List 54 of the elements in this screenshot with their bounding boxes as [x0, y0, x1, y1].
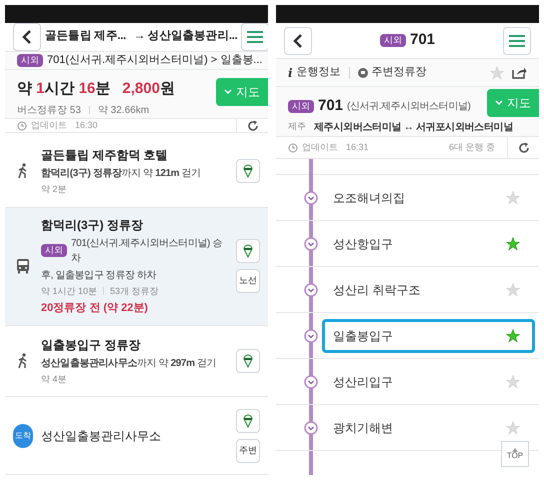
step-description: 성산일출봉관리사무소까지 약 297m 걷기	[41, 356, 216, 370]
fare: 2,800원	[122, 79, 175, 100]
route-info-tab[interactable]: i 운행정보	[288, 64, 341, 82]
route-type-badge: 시외	[17, 54, 43, 68]
step-duration: 약 1시간 10분	[41, 284, 98, 298]
distance: 약 32.66km	[98, 104, 150, 118]
step-description: 함덕리(3구) 정류장까지 약 121m 걷기	[41, 167, 201, 181]
update-time: 16:30	[75, 118, 99, 132]
step-title: 함덕리(3구) 정류장	[41, 216, 144, 234]
nearby-stops-tab[interactable]: 주변정류장	[358, 64, 482, 81]
route-terminal: (신서귀.제주시외버스터미널)	[347, 100, 470, 114]
origin-title: 골든튤립 제주...	[45, 29, 126, 44]
arrival-alert-text: 20정류장 전 (약 22분)	[41, 301, 149, 316]
step-title: 성산일출봉관리사무소	[41, 428, 162, 444]
travel-time: 약 1시간 16분	[17, 79, 110, 100]
route-endpoints: 제주시외버스터미널 ↔ 서귀포시외버스터미널	[314, 120, 513, 134]
info-icon: i	[288, 64, 293, 82]
route-summary: 701(신서귀.제주시외버스터미널) > 일출봉...	[47, 53, 262, 68]
step-description: 후, 일출봉입구 정류장 하차	[41, 268, 156, 282]
stop-row[interactable]: 성산항입구	[322, 226, 535, 260]
stop-name: 일출봉입구	[333, 328, 394, 344]
update-time: 16:31	[346, 140, 370, 154]
stop-row[interactable]: 성산리입구	[322, 364, 535, 398]
step-title: 골든튤립 제주함덕 호텔	[41, 147, 169, 164]
route-type-badge: 시외	[41, 244, 67, 258]
update-label: 업데이트	[302, 140, 338, 154]
route-type-badge: 시외	[288, 100, 314, 113]
step-duration: 약 4분	[41, 372, 67, 386]
stop-row[interactable]: 성산리 취락구조	[322, 272, 535, 306]
step-title: 일출봉입구 정류장	[41, 336, 142, 354]
stop-name: 성산항입구	[333, 236, 394, 252]
step-action-button[interactable]: 주변	[236, 438, 260, 462]
stop-count: 버스정류장 53	[17, 104, 81, 118]
route-type-badge: 시외	[380, 34, 406, 48]
stop-name: 오조해녀의집	[333, 190, 406, 206]
scroll-to-top-button[interactable]: TOP	[501, 441, 529, 467]
step-duration: 약 2분	[41, 183, 67, 196]
stop-name: 광치기해변	[333, 420, 394, 436]
step-stop-count: 53개 정류장	[110, 284, 159, 298]
stop-name: 성산리 취락구조	[333, 282, 422, 298]
route-step-selected[interactable]: 함덕리(3구) 정류장 시외 701(신서귀.제주시외버스터미널) 승차 후, 일출봉입구 정류장 하차 약 1시간 10분 53개 정류장 20정류장 전 (약 22분) 노선	[5, 208, 268, 326]
region-label: 제주	[288, 120, 306, 134]
step-action-button[interactable]: 노선	[236, 269, 260, 293]
destination-title: → 성산일출봉관리...	[134, 28, 238, 44]
stop-name: 성산리입구	[333, 374, 394, 390]
step-description: 701(신서귀.제주시외버스터미널) 승차	[71, 236, 223, 266]
stop-row-selected[interactable]: 일출봉입구	[322, 318, 535, 352]
buses-running: 6대 운행 중	[448, 140, 495, 154]
route-number-title: 701	[410, 30, 436, 50]
route-number: 701	[318, 96, 344, 116]
route-step[interactable]: 일출봉입구 정류장 성산일출봉관리사무소까지 약 297m 걷기 약 4분	[5, 326, 268, 397]
stop-row[interactable]: 오조해녀의집	[322, 180, 535, 214]
arrival-badge: 도착	[13, 424, 33, 448]
update-label: 업데이트	[31, 118, 67, 132]
